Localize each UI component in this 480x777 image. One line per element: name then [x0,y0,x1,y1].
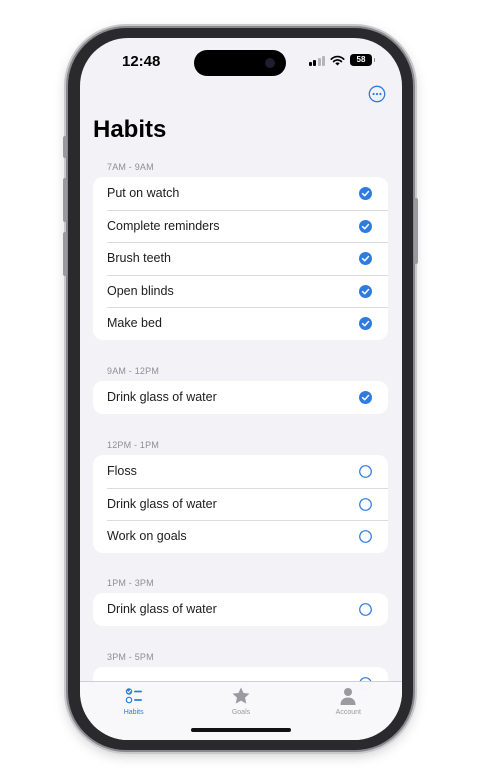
empty-circle-icon[interactable] [359,497,372,511]
habit-label: Complete reminders [107,218,220,233]
habits-checklist-icon [125,688,142,704]
tab-label: Goals [231,709,251,716]
habit-row[interactable]: Work on goals [93,520,388,553]
empty-circle-icon[interactable] [359,465,372,478]
person-icon [340,688,356,705]
habit-group-7am-9am: Put on watch Complete reminders Brush te… [93,177,388,340]
tab-label: Habits [123,709,144,716]
section-label-9am-12pm: 9AM - 12PM [107,366,160,376]
volume-down-button [63,232,67,276]
habit-row[interactable]: Drink glass of water [93,487,388,521]
habit-row[interactable]: Make bed [93,307,388,340]
action-button [63,136,67,158]
page-title: Habits [93,116,167,143]
habit-row[interactable]: Complete reminders [93,209,388,243]
habit-group-1pm-3pm: Drink glass of water [93,593,388,626]
dynamic-island [194,50,286,76]
empty-circle-icon[interactable] [359,530,372,543]
habit-label: Brush teeth [107,251,171,266]
habit-row[interactable]: Brush teeth [93,242,388,275]
habit-group-12pm-1pm: Floss Drink glass of water Work on goals [93,455,388,553]
checked-circle-icon[interactable] [359,219,372,233]
wifi-icon [330,55,345,65]
star-icon [232,687,250,704]
habit-label: Open blinds [107,283,174,298]
checked-circle-icon[interactable] [359,317,372,330]
section-label-7am-9am: 7AM - 9AM [107,162,154,172]
checked-circle-icon[interactable] [359,284,372,298]
section-label-1pm-3pm: 1PM - 3PM [107,578,154,588]
habit-label: Make bed [107,316,162,331]
power-button [414,198,418,264]
checked-circle-icon[interactable] [359,252,372,265]
volume-up-button [63,178,67,222]
habit-label: Put on watch [107,186,180,201]
checked-circle-icon[interactable] [359,391,372,404]
habit-label: Drink glass of water [107,390,217,405]
empty-circle-icon[interactable] [359,603,372,616]
screen: 12:48 58 Habits 7AM - 9AM Put on watch C… [80,38,402,740]
section-label-3pm-5pm: 3PM - 5PM [107,652,154,662]
status-time: 12:48 [122,53,161,70]
status-indicators: 58 [308,54,375,66]
habit-row[interactable]: Drink glass of water [93,381,388,414]
habit-label: Floss [107,464,137,479]
camera-icon [265,58,275,68]
tab-account[interactable]: Account [295,682,402,740]
habit-group-9am-12pm: Drink glass of water [93,381,388,414]
habit-label: Drink glass of water [107,496,217,511]
habit-row[interactable]: Open blinds [93,274,388,308]
checked-circle-icon[interactable] [359,187,372,200]
section-label-12pm-1pm: 12PM - 1PM [107,440,160,450]
habit-label: Drink glass of water [107,602,217,617]
habit-row[interactable]: Floss [93,455,388,488]
more-options-icon[interactable] [368,85,386,103]
habit-row[interactable]: Drink glass of water [93,593,388,626]
habit-label: Work on goals [107,529,187,544]
habit-row[interactable]: Put on watch [93,177,388,210]
tab-label: Account [335,709,361,716]
cellular-signal-icon [308,55,325,66]
home-indicator[interactable] [191,728,291,732]
tab-habits[interactable]: Habits [80,682,187,740]
battery-icon: 58 [350,54,375,66]
